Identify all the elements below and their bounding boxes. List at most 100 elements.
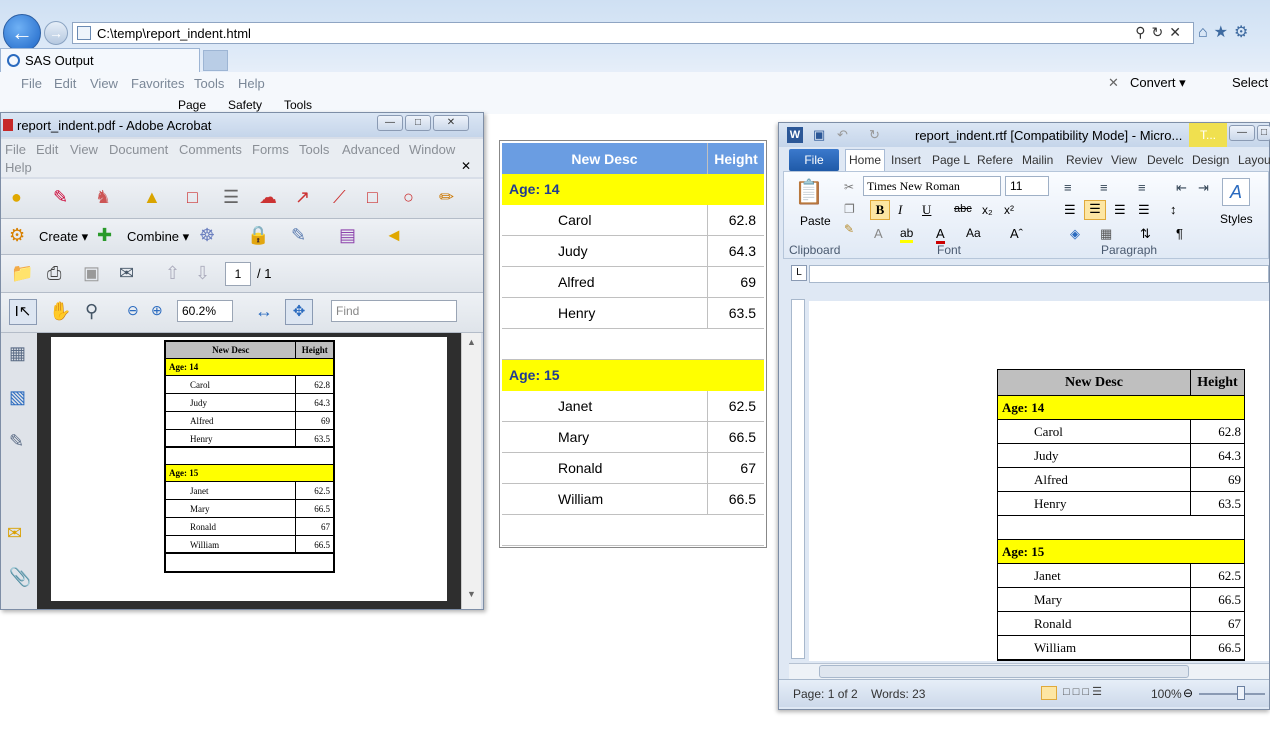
scroll-thumb[interactable] (819, 665, 1189, 678)
menu-file[interactable]: File (21, 76, 42, 91)
tab-home[interactable]: Home (849, 153, 881, 167)
line-icon[interactable]: ⟋ (333, 187, 346, 208)
fit-page-icon[interactable]: ✥ (285, 299, 313, 325)
page-count[interactable]: Page: 1 of 2 (793, 687, 858, 701)
new-tab-button[interactable] (203, 50, 228, 71)
subscript-button[interactable]: x₂ (982, 203, 993, 217)
borders-icon[interactable]: ▦ (1100, 226, 1112, 242)
back-button[interactable]: ← (3, 14, 41, 52)
safety-menu[interactable]: Safety (228, 98, 262, 112)
fit-width-icon[interactable]: ↔ (255, 301, 273, 322)
refresh-icon[interactable]: ↻ (1152, 24, 1170, 40)
justify-icon[interactable]: ☰ (1138, 202, 1150, 218)
acro-menu-window[interactable]: Window (409, 142, 455, 157)
clipboard-icon[interactable]: 📋 (794, 178, 824, 207)
tab-design[interactable]: Design (1192, 153, 1229, 167)
horizontal-scrollbar[interactable] (789, 663, 1269, 679)
tab-review[interactable]: Reviev (1066, 153, 1103, 167)
tab-references[interactable]: Refere (977, 153, 1013, 167)
address-bar[interactable]: C:\temp\report_indent.html ⚲↻✕ (72, 22, 1194, 44)
underline-button[interactable]: U (922, 202, 931, 218)
sign-icon[interactable]: ✎ (291, 225, 306, 246)
callout-icon[interactable]: □ (187, 187, 198, 208)
zoom-level[interactable]: 100% (1151, 687, 1182, 701)
forward-button[interactable]: → (44, 21, 68, 45)
browser-tab[interactable]: SAS Output (0, 48, 200, 72)
tools-menu[interactable]: Tools (284, 98, 312, 112)
lock-icon[interactable]: 🔒 (247, 225, 269, 246)
close-button[interactable]: ✕ (433, 115, 469, 131)
convert-button[interactable]: ✕ Convert ▾ (1108, 75, 1186, 91)
address-tools[interactable]: ⚲↻✕ (1135, 24, 1187, 41)
select-button[interactable]: Select (1232, 75, 1268, 90)
close-icon[interactable]: ✕ (1108, 75, 1119, 91)
zoom-out-icon[interactable]: ⊖ (127, 302, 139, 319)
acro-menu-advanced[interactable]: Advanced (342, 142, 400, 157)
acro-menu-comments[interactable]: Comments (179, 142, 242, 157)
shading-icon[interactable]: ◈ (1070, 226, 1080, 242)
increase-indent-icon[interactable]: ⇥ (1198, 180, 1209, 196)
find-input[interactable]: Find (331, 300, 457, 322)
page-number-input[interactable]: 1 (225, 262, 251, 286)
paste-label[interactable]: Paste (800, 214, 831, 228)
tab-selector[interactable]: L (791, 265, 807, 281)
tab-developer[interactable]: Develc (1147, 153, 1184, 167)
tab-layout[interactable]: Layou (1238, 153, 1270, 167)
acro-menu-view[interactable]: View (70, 142, 98, 157)
menu-tools[interactable]: Tools (194, 76, 224, 91)
next-page-icon[interactable]: ⇩ (195, 263, 210, 284)
bookmarks-icon[interactable]: ▧ (9, 387, 26, 408)
close-icon[interactable]: ✕ (461, 159, 471, 173)
home-icon[interactable]: ⌂ (1198, 24, 1214, 41)
acro-menu-help[interactable]: Help (5, 160, 32, 175)
change-case-icon[interactable]: Aa (966, 226, 981, 240)
font-color-icon[interactable]: A (936, 226, 945, 244)
create-button[interactable]: Create ▾ (39, 229, 88, 245)
cut-icon[interactable]: ✂ (844, 180, 854, 194)
tab-view[interactable]: View (1111, 153, 1137, 167)
font-size-box[interactable]: 11 (1005, 176, 1049, 196)
attachments-icon[interactable]: 📎 (9, 567, 31, 588)
acro-menu-document[interactable]: Document (109, 142, 168, 157)
rectangle-icon[interactable]: □ (367, 187, 378, 208)
copy-icon[interactable]: ❐ (844, 202, 855, 216)
save-icon[interactable]: ▣ (813, 127, 825, 143)
email-icon[interactable]: ✉ (119, 263, 134, 284)
grow-font-icon[interactable]: Aˆ (1010, 226, 1023, 241)
bold-button[interactable]: B (870, 200, 890, 220)
sort-icon[interactable]: ⇅ (1140, 226, 1151, 242)
menu-help[interactable]: Help (238, 76, 265, 91)
font-name-box[interactable]: Times New Roman (863, 176, 1001, 196)
redo-icon[interactable]: ↻ (869, 127, 880, 143)
bullets-icon[interactable]: ≡ (1064, 180, 1072, 195)
combine-button[interactable]: Combine ▾ (127, 229, 189, 245)
scroll-down-icon[interactable]: ▼ (467, 589, 476, 599)
menu-view[interactable]: View (90, 76, 118, 91)
table-tools-tab[interactable]: T... (1189, 123, 1227, 147)
maximize-button[interactable]: □ (1257, 125, 1270, 141)
decrease-indent-icon[interactable]: ⇤ (1176, 180, 1187, 196)
vertical-ruler[interactable] (791, 299, 805, 659)
text-effects-icon[interactable]: A (874, 226, 883, 241)
maximize-button[interactable]: □ (405, 115, 431, 131)
forms-icon[interactable]: ▤ (339, 225, 356, 246)
align-center-icon[interactable]: ☰ (1084, 200, 1106, 220)
acro-menu-forms[interactable]: Forms (252, 142, 289, 157)
multilevel-list-icon[interactable]: ≡ (1138, 180, 1146, 195)
zoom-tool-icon[interactable]: ⚲ (85, 301, 98, 322)
horizontal-ruler[interactable] (809, 265, 1269, 283)
line-spacing-icon[interactable]: ↕ (1170, 202, 1177, 217)
favorites-icon[interactable]: ★ (1214, 24, 1234, 41)
close-icon[interactable]: ✕ (1169, 24, 1187, 40)
align-left-icon[interactable]: ☰ (1064, 202, 1076, 218)
minimize-button[interactable]: — (377, 115, 403, 131)
text-edit-icon[interactable]: ✎ (53, 187, 68, 208)
oval-icon[interactable]: ○ (403, 187, 414, 208)
highlight-color-icon[interactable]: ab (900, 226, 914, 243)
word-count[interactable]: Words: 23 (871, 687, 925, 701)
arrow-icon[interactable]: ↗ (295, 187, 310, 208)
undo-icon[interactable]: ↶ (837, 127, 848, 143)
tab-page-layout[interactable]: Page L (932, 153, 970, 167)
view-icons[interactable]: □ □ □ ☰ (1063, 685, 1102, 698)
comments-icon[interactable]: ✉ (7, 523, 22, 544)
